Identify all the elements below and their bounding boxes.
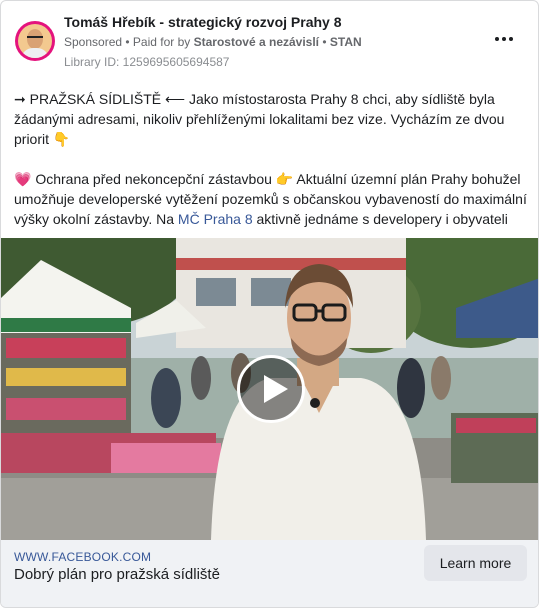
paid-for-prefix: Paid for by: [132, 35, 194, 49]
meta-separator: •: [122, 35, 133, 49]
meta-separator: •: [319, 35, 330, 49]
page-name-link[interactable]: Tomáš Hřebík - strategický rozvoj Prahy …: [64, 14, 342, 30]
avatar-photo: [18, 24, 52, 58]
sponsored-label: Sponsored: [64, 35, 123, 49]
payer-name: Starostové a nezávislí: [193, 35, 320, 49]
link-preview-footer[interactable]: WWW.FACEBOOK.COM Dobrý plán pro pražská …: [1, 540, 538, 607]
link-headline[interactable]: Dobrý plán pro pražská sídliště: [14, 566, 220, 583]
learn-more-button[interactable]: Learn more: [424, 545, 527, 581]
three-dots-icon[interactable]: [494, 33, 514, 45]
post-text: ➞ PRAŽSKÁ SÍDLIŠTĚ ⟵ Jako místostarosta …: [14, 89, 529, 229]
ad-header: Tomáš Hřebík - strategický rozvoj Prahy …: [13, 13, 526, 75]
link-domain: WWW.FACEBOOK.COM: [14, 550, 152, 564]
play-icon[interactable]: [237, 355, 305, 423]
ad-card: Tomáš Hřebík - strategický rozvoj Prahy …: [0, 0, 539, 608]
post-paragraph-2: 💗 Ochrana před nekoncepční zástavbou 👉 A…: [14, 169, 529, 229]
page-avatar[interactable]: [15, 21, 55, 61]
library-id: Library ID: 1259695605694587: [64, 55, 230, 69]
mc-praha-8-link[interactable]: MČ Praha 8: [178, 211, 253, 227]
sponsored-meta: Sponsored • Paid for by Starostové a nez…: [64, 35, 362, 49]
video-player[interactable]: [1, 238, 538, 540]
party-name: STAN: [329, 35, 362, 49]
post-paragraph-1: ➞ PRAŽSKÁ SÍDLIŠTĚ ⟵ Jako místostarosta …: [14, 91, 505, 147]
